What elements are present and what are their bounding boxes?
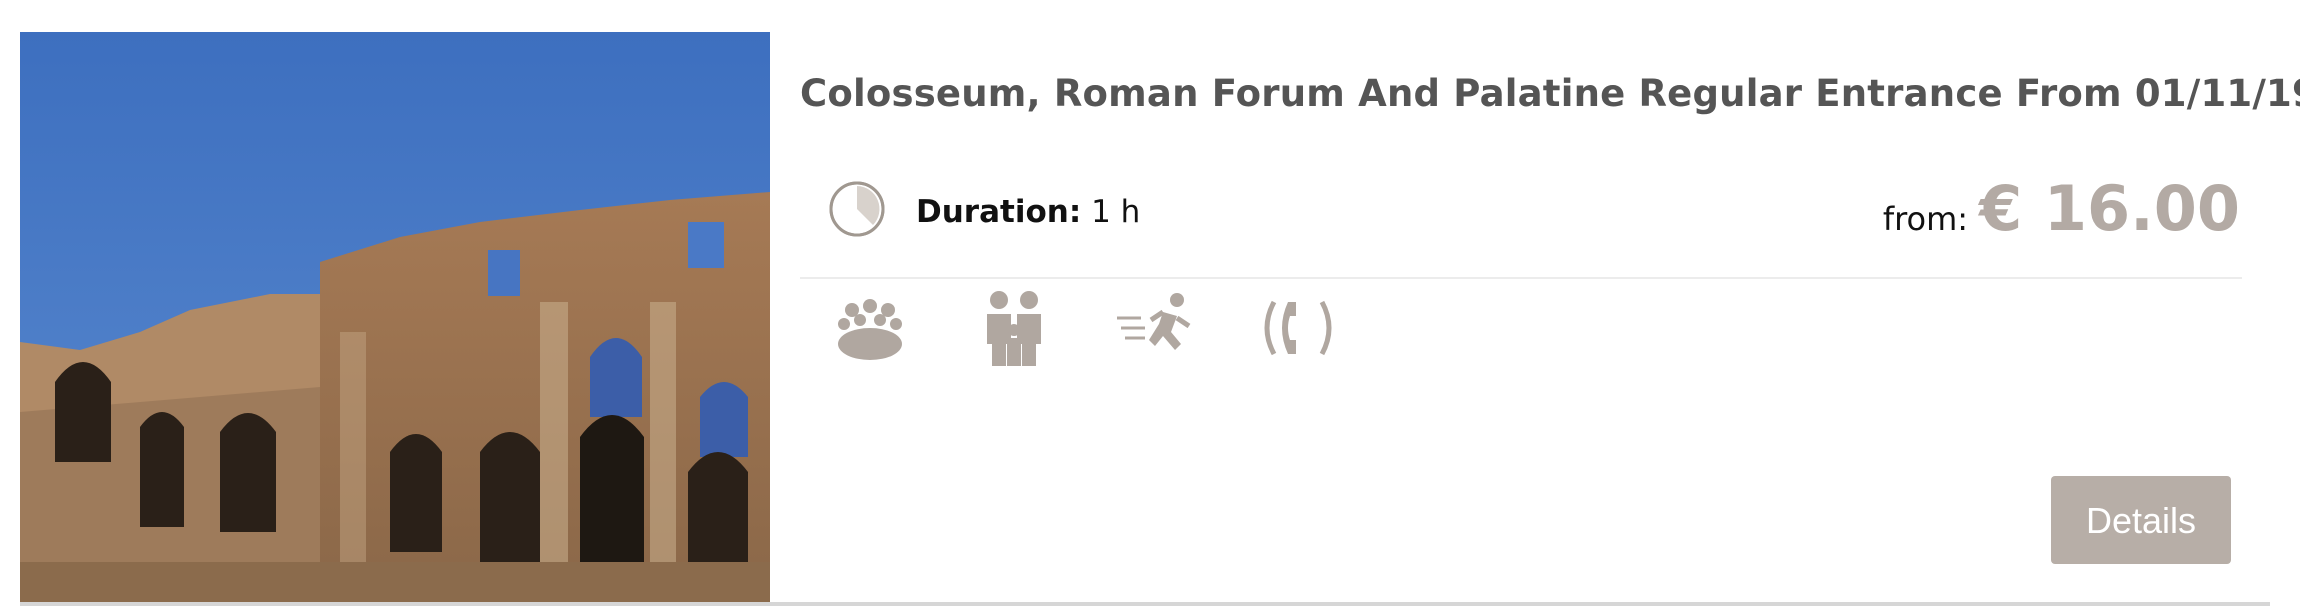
duration-text: Duration: 1 h [916, 194, 1140, 230]
family-icon [975, 288, 1055, 368]
price-amount: € 16.00 [1979, 172, 2240, 245]
bottom-border [20, 602, 2270, 606]
tour-photo[interactable] [20, 32, 770, 606]
duration-label: Duration: [916, 194, 1082, 230]
clock-icon [828, 180, 886, 238]
skip-line-icon [1115, 288, 1195, 368]
details-button[interactable]: Details [2051, 476, 2231, 564]
group-icon [830, 288, 910, 368]
tour-card: Colosseum, Roman Forum And Palatine Regu… [0, 0, 2300, 606]
phone-icon [1258, 288, 1338, 368]
tour-title[interactable]: Colosseum, Roman Forum And Palatine Regu… [800, 72, 2300, 115]
price-block: from: € 16.00 [1883, 172, 2240, 245]
duration-value: 1 h [1091, 194, 1141, 230]
price-from-label: from: [1882, 200, 1969, 238]
divider [800, 277, 2242, 279]
